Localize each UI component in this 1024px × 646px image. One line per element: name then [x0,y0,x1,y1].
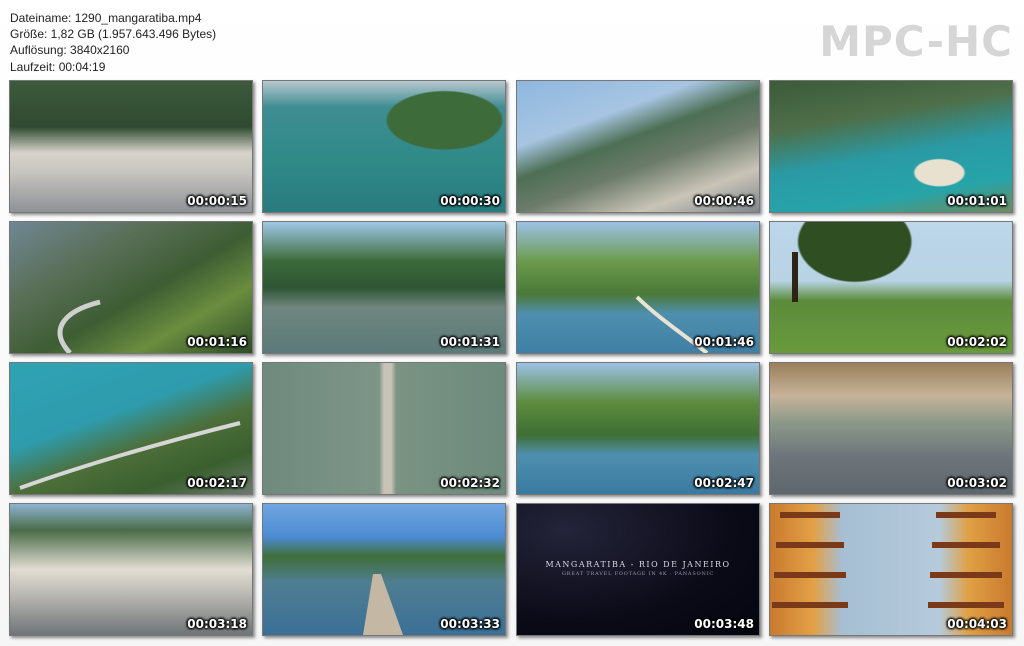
beach-shape [635,295,709,353]
thumbnail-scene [263,363,505,494]
thumbnail-13: 00:03:18 [9,503,253,636]
thumbnail-timestamp: 00:00:30 [440,194,500,208]
thumbnail-4: 00:01:01 [769,80,1013,213]
thumbnail-scene [263,81,505,212]
title-card-title: MANGARATIBA - RIO DE JANEIRO [545,560,731,569]
thumbnail-scene [10,81,252,212]
thumbnail-timestamp: 00:00:15 [187,194,247,208]
title-card: MANGARATIBA - RIO DE JANEIRO GREAT TRAVE… [517,560,759,577]
thumbnail-9: 00:02:17 [9,362,253,495]
thumbnail-timestamp: 00:03:33 [440,617,500,631]
thumbnail-timestamp: 00:01:31 [440,335,500,349]
thumbnail-timestamp: 00:01:01 [947,194,1007,208]
thumbnail-timestamp: 00:03:48 [694,617,754,631]
pier-shape [363,574,403,635]
thumbnail-scene [770,81,1012,212]
thumbnail-15: MANGARATIBA - RIO DE JANEIRO GREAT TRAVE… [516,503,760,636]
tree-shape [792,252,798,302]
thumbnail-2: 00:00:30 [262,80,506,213]
thumbnail-12: 00:03:02 [769,362,1013,495]
title-card-subtitle: GREAT TRAVEL FOOTAGE IN 4K · PANASONIC [561,571,715,577]
thumbnail-scene [517,363,759,494]
thumbnail-scene [10,504,252,635]
thumbnail-1: 00:00:15 [9,80,253,213]
thumbnail-scene [517,81,759,212]
thumbnail-6: 00:01:31 [262,221,506,354]
thumbnail-3: 00:00:46 [516,80,760,213]
thumbnail-8: 00:02:02 [769,221,1013,354]
thumbnail-7: 00:01:46 [516,221,760,354]
thumbnail-timestamp: 00:01:16 [187,335,247,349]
thumbnail-timestamp: 00:03:02 [947,476,1007,490]
thumbnail-timestamp: 00:02:02 [947,335,1007,349]
thumbnail-scene [770,363,1012,494]
thumbnail-timestamp: 00:03:18 [187,617,247,631]
thumbnail-10: 00:02:32 [262,362,506,495]
thumbnail-timestamp: 00:02:47 [694,476,754,490]
thumbnail-timestamp: 00:01:46 [694,335,754,349]
thumbnail-grid: 00:00:15 00:00:30 00:00:46 00:01:01 00:0… [0,0,1024,646]
thumbnail-11: 00:02:47 [516,362,760,495]
thumbnail-scene [263,222,505,353]
thumbnail-5: 00:01:16 [9,221,253,354]
thumbnail-14: 00:03:33 [262,503,506,636]
road-shape [19,421,241,490]
thumbnail-timestamp: 00:02:17 [187,476,247,490]
thumbnail-timestamp: 00:04:03 [947,617,1007,631]
thumbnail-timestamp: 00:02:32 [440,476,500,490]
thumbnail-timestamp: 00:00:46 [694,194,754,208]
pagoda-shape [772,512,1004,608]
road-shape [57,299,101,353]
thumbnail-16: 00:04:03 [769,503,1013,636]
